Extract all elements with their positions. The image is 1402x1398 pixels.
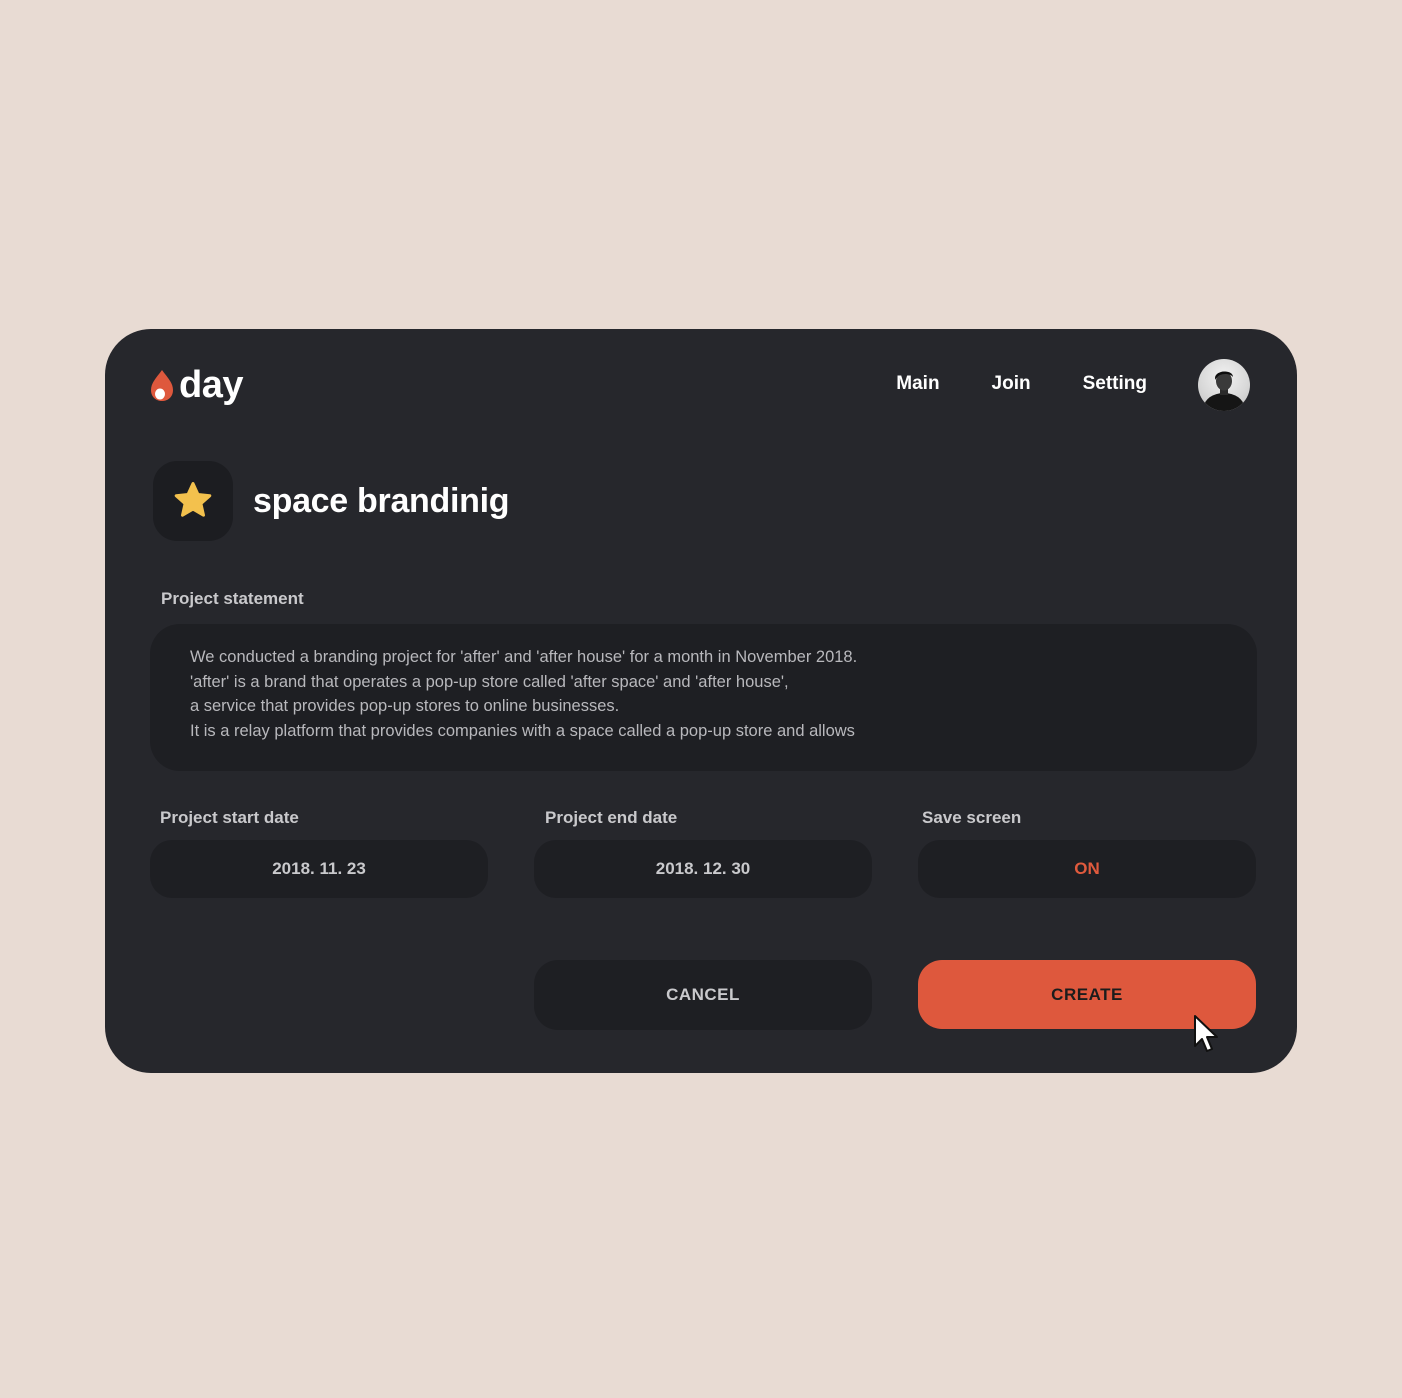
nav-item-main[interactable]: Main bbox=[896, 373, 939, 395]
start-date-label: Project start date bbox=[160, 808, 299, 827]
project-header: space brandinig bbox=[153, 461, 510, 541]
nav-item-setting[interactable]: Setting bbox=[1083, 373, 1147, 395]
project-title[interactable]: space brandinig bbox=[253, 482, 510, 521]
flame-icon bbox=[151, 370, 173, 401]
statement-line: We conducted a branding project for 'aft… bbox=[190, 648, 858, 666]
create-project-card: day Main Join Setting space brandinig Pr… bbox=[105, 329, 1297, 1073]
nav-item-join[interactable]: Join bbox=[992, 373, 1031, 395]
end-date-label: Project end date bbox=[545, 808, 678, 827]
cancel-button[interactable]: CANCEL bbox=[534, 960, 872, 1030]
user-avatar[interactable] bbox=[1198, 359, 1250, 411]
brand-name: day bbox=[179, 364, 243, 406]
project-statement-textarea[interactable]: We conducted a branding project for 'aft… bbox=[150, 624, 1257, 771]
save-screen-toggle[interactable]: ON bbox=[918, 840, 1256, 898]
top-nav: Main Join Setting bbox=[896, 369, 1147, 399]
star-icon bbox=[174, 482, 212, 517]
statement-line: a service that provides pop-up stores to… bbox=[190, 697, 620, 715]
end-date-field[interactable]: 2018. 12. 30 bbox=[534, 840, 872, 898]
statement-line: It is a relay platform that provides com… bbox=[190, 721, 855, 740]
project-icon-tile[interactable] bbox=[153, 461, 233, 541]
app-logo[interactable]: day bbox=[149, 363, 243, 407]
mouse-cursor-icon bbox=[1194, 1015, 1218, 1052]
start-date-field[interactable]: 2018. 11. 23 bbox=[150, 840, 488, 898]
user-avatar-icon bbox=[1204, 371, 1244, 411]
statement-line: 'after' is a brand that operates a pop-u… bbox=[190, 672, 789, 691]
save-screen-label: Save screen bbox=[922, 808, 1022, 827]
statement-label: Project statement bbox=[161, 589, 304, 608]
